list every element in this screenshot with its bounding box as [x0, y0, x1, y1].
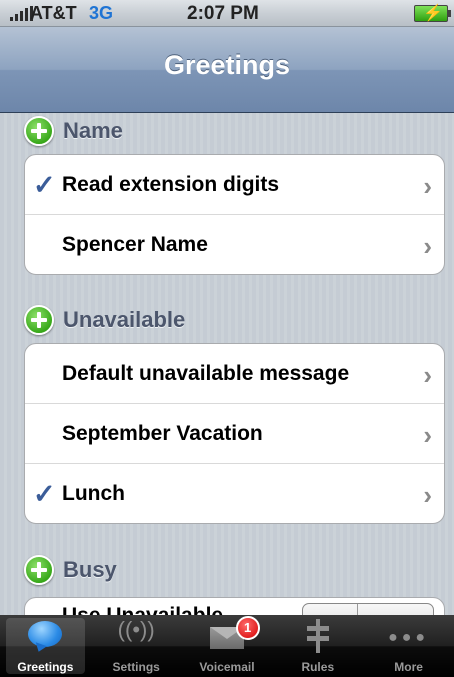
section-header-unavailable: Unavailable — [24, 302, 185, 338]
greeting-row-lunch[interactable]: ✓ Lunch › — [25, 464, 444, 523]
tab-label: Rules — [301, 660, 335, 674]
chevron-right-icon: › — [423, 360, 432, 390]
greeting-row-spencer-name[interactable]: Spencer Name › — [25, 215, 444, 274]
add-unavailable-greeting-icon[interactable] — [24, 305, 54, 335]
section-title: Unavailable — [63, 307, 186, 332]
add-name-greeting-icon[interactable] — [24, 116, 54, 146]
unavailable-greetings-list: Default unavailable message › September … — [24, 343, 445, 524]
section-header-busy: Busy — [24, 552, 117, 588]
tab-label: Voicemail — [199, 660, 255, 674]
section-title: Name — [63, 118, 123, 143]
row-label: Spencer Name — [62, 232, 208, 256]
chevron-right-icon: › — [423, 231, 432, 261]
row-label: Default unavailable message — [62, 361, 350, 385]
add-busy-greeting-icon[interactable] — [24, 555, 54, 585]
greeting-row-default-unavailable[interactable]: Default unavailable message › — [25, 344, 444, 404]
row-label: Read extension digits — [62, 172, 280, 196]
row-label: Lunch — [62, 481, 125, 505]
battery-icon: ⚡ — [414, 5, 451, 22]
status-bar: AT&T 3G 2:07 PM ⚡ — [0, 0, 454, 27]
checkmark-icon: ✓ — [33, 479, 56, 509]
carrier-name: AT&T — [30, 3, 77, 23]
tab-more[interactable]: ●●● More — [363, 615, 454, 677]
tab-label: Settings — [112, 660, 160, 674]
section-header-name: Name — [24, 113, 123, 149]
name-greetings-list: ✓ Read extension digits › Spencer Name › — [24, 154, 445, 275]
section-title: Busy — [63, 557, 117, 582]
tab-bar: Greetings ((•)) Settings 1 Voicemail Rul… — [0, 615, 454, 677]
signpost-icon — [303, 619, 333, 653]
page-title: Greetings — [163, 50, 291, 80]
voicemail-count-badge: 1 — [235, 616, 260, 640]
speech-bubble-icon — [28, 621, 63, 647]
row-label: September Vacation — [62, 421, 263, 445]
tab-settings[interactable]: ((•)) Settings — [91, 615, 182, 677]
chevron-right-icon: › — [423, 171, 432, 201]
navigation-bar: Greetings — [0, 27, 454, 113]
more-dots-icon: ●●● — [388, 629, 430, 646]
checkmark-icon: ✓ — [33, 170, 56, 200]
status-time: 2:07 PM — [187, 3, 259, 24]
tab-label: Greetings — [17, 660, 74, 674]
greeting-row-september-vacation[interactable]: September Vacation › — [25, 404, 444, 464]
network-type: 3G — [89, 3, 114, 23]
tab-voicemail[interactable]: 1 Voicemail — [182, 615, 273, 677]
chevron-right-icon: › — [423, 480, 432, 510]
tab-label: More — [394, 660, 423, 674]
app-screen: AT&T 3G 2:07 PM ⚡ Greetings Name ✓ Read … — [0, 0, 454, 677]
tab-rules[interactable]: Rules — [272, 615, 363, 677]
antenna-icon: ((•)) — [117, 617, 155, 642]
greeting-row-read-extension-digits[interactable]: ✓ Read extension digits › — [25, 155, 444, 215]
chevron-right-icon: › — [423, 420, 432, 450]
tab-greetings[interactable]: Greetings — [0, 615, 91, 677]
